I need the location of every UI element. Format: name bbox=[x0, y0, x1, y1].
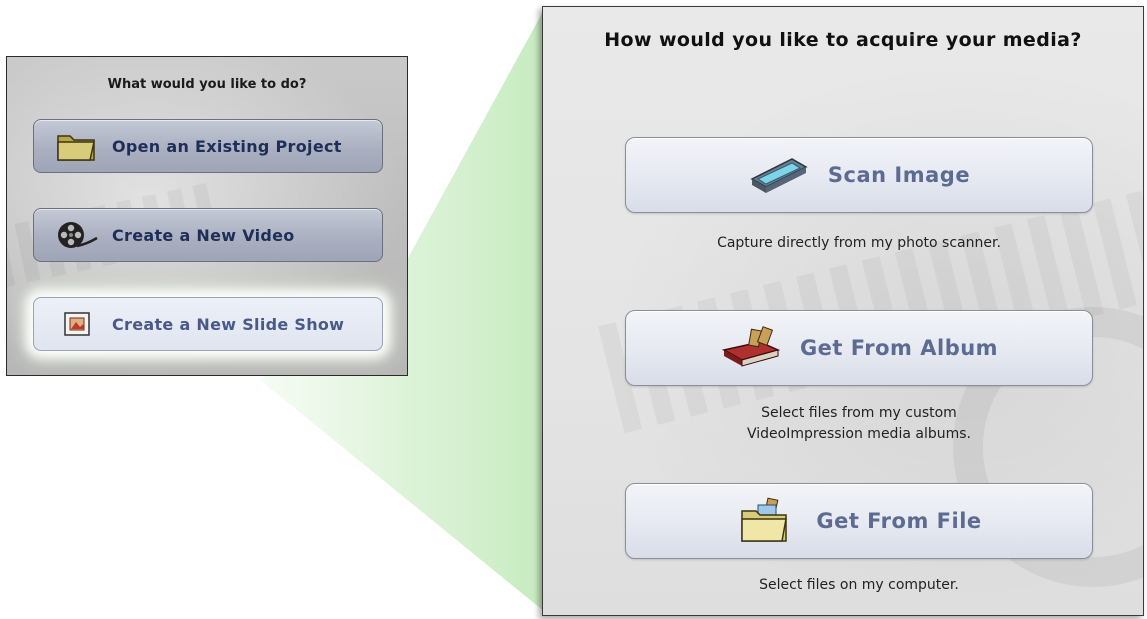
create-new-slide-show-button[interactable]: Create a New Slide Show bbox=[33, 297, 383, 351]
scan-image-description: Capture directly from my photo scanner. bbox=[717, 235, 1001, 251]
photo-album-icon bbox=[720, 323, 782, 373]
create-new-video-button[interactable]: Create a New Video bbox=[33, 208, 383, 262]
get-from-file-description: Select files on my computer. bbox=[759, 577, 959, 593]
scan-image-label: Scan Image bbox=[827, 163, 971, 187]
file-folder-icon bbox=[736, 496, 798, 546]
acquire-media-panel: How would you like to acquire your media… bbox=[542, 6, 1144, 616]
slideshow-icon bbox=[54, 304, 100, 344]
scanner-icon bbox=[748, 150, 810, 200]
task-prompt: What would you like to do? bbox=[107, 77, 307, 92]
create-new-slide-show-label: Create a New Slide Show bbox=[112, 314, 345, 334]
open-existing-project-button[interactable]: Open an Existing Project bbox=[33, 119, 383, 173]
get-from-album-description: Select files from my custom VideoImpress… bbox=[747, 405, 971, 442]
get-from-album-button[interactable]: Get From Album bbox=[625, 310, 1093, 386]
task-selection-panel: What would you like to do? Open an Exist… bbox=[6, 56, 408, 376]
film-reel-icon bbox=[54, 215, 100, 255]
acquire-media-prompt: How would you like to acquire your media… bbox=[604, 29, 1082, 51]
scan-image-button[interactable]: Scan Image bbox=[625, 137, 1093, 213]
get-from-file-button[interactable]: Get From File bbox=[625, 483, 1093, 559]
create-new-video-label: Create a New Video bbox=[112, 225, 295, 245]
get-from-album-label: Get From Album bbox=[799, 336, 999, 360]
folder-icon bbox=[54, 126, 100, 166]
open-existing-project-label: Open an Existing Project bbox=[112, 136, 342, 156]
get-from-file-label: Get From File bbox=[816, 509, 982, 533]
